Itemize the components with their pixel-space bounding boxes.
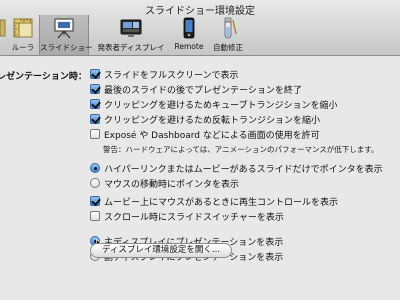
checkbox[interactable] <box>90 69 100 79</box>
checkbox-label: スライドをフルスクリーンで表示 <box>104 70 239 81</box>
checkbox[interactable] <box>90 99 100 109</box>
checkbox-label: クリッピングを避けるためキューブトランジションを縮小 <box>104 100 338 111</box>
checkbox[interactable] <box>90 196 100 206</box>
radio-pointer-on-move[interactable]: マウスの移動時にポインタを表示 <box>90 177 240 190</box>
checkbox-label: ムービー上にマウスがあるときに再生コントロールを表示 <box>104 197 339 208</box>
checkbox-label: Exposé や Dashboard などによる画面の使用を許可 <box>104 130 320 141</box>
radio-button[interactable] <box>90 178 100 188</box>
toolbar-item-label: スライドショー <box>40 43 93 52</box>
general-icon <box>0 17 6 39</box>
checkbox-scale-flip[interactable]: クリッピングを避けるため反転トランジションを縮小 <box>90 113 321 126</box>
checkbox-label: スクロール時にスライドスイッチャーを表示 <box>104 212 284 223</box>
presenter-display-icon <box>119 17 143 39</box>
slideshow-preferences-pane: プレゼンテーション時： スライドをフルスクリーンで表示 最後のスライドの後でプレ… <box>0 57 400 300</box>
checkbox[interactable] <box>90 84 100 94</box>
checkbox-exit-after-last[interactable]: 最後のスライドの後でプレゼンテーションを終了 <box>90 83 302 96</box>
preferences-window: スライドショー環境設定 ルーラ スライドショー 発表者ディスプレイ Remote… <box>0 0 400 300</box>
remote-icon <box>177 17 201 39</box>
checkbox-allow-expose[interactable]: Exposé や Dashboard などによる画面の使用を許可 <box>90 128 320 141</box>
presentation-easel-icon <box>52 17 76 39</box>
toolbar-item-label: Remote <box>174 42 204 51</box>
checkbox[interactable] <box>90 211 100 221</box>
toolbar-item-remote[interactable]: Remote <box>172 15 206 55</box>
checkbox[interactable] <box>90 129 100 139</box>
radio-pointer-links-only[interactable]: ハイパーリンクまたはムービーがあるスライドだけでポインタを表示 <box>90 162 383 175</box>
titlebar: スライドショー環境設定 ルーラ スライドショー 発表者ディスプレイ Remote… <box>0 0 400 56</box>
warning-note: 警告：ハードウェアによっては、アニメーションのパフォーマンスが低下します。 <box>103 145 379 154</box>
section-label: プレゼンテーション時： <box>0 72 87 82</box>
open-display-preferences-button[interactable]: ディスプレイ環境設定を開く... <box>90 243 232 258</box>
toolbar-item-slideshow[interactable]: スライドショー <box>39 15 93 55</box>
radio-label: マウスの移動時にポインタを表示 <box>104 179 240 190</box>
radio-label: ハイパーリンクまたはムービーがあるスライドだけでポインタを表示 <box>104 164 383 175</box>
checkbox-label: 最後のスライドの後でプレゼンテーションを終了 <box>104 85 302 96</box>
checkbox-label: クリッピングを避けるため反転トランジションを縮小 <box>104 115 321 126</box>
autocorrect-icon <box>216 17 240 39</box>
checkbox-scale-cube[interactable]: クリッピングを避けるためキューブトランジションを縮小 <box>90 98 338 111</box>
toolbar-item-label: 発表者ディスプレイ <box>97 43 165 52</box>
checkbox-fullscreen[interactable]: スライドをフルスクリーンで表示 <box>90 68 239 81</box>
checkbox-slide-switcher[interactable]: スクロール時にスライドスイッチャーを表示 <box>90 210 284 223</box>
toolbar-item-presenter-display[interactable]: 発表者ディスプレイ <box>96 15 166 55</box>
checkbox-playback-controls[interactable]: ムービー上にマウスがあるときに再生コントロールを表示 <box>90 195 339 208</box>
toolbar-item-label: 自動修正 <box>213 43 243 52</box>
toolbar-item-autocorrect[interactable]: 自動修正 <box>208 15 248 55</box>
toolbar-item-rulers[interactable]: ルーラ <box>8 15 38 55</box>
ruler-icon <box>11 17 35 39</box>
toolbar-item-general[interactable] <box>0 15 6 55</box>
toolbar-item-label: ルーラ <box>11 43 35 52</box>
radio-button[interactable] <box>90 163 100 173</box>
checkbox[interactable] <box>90 114 100 124</box>
